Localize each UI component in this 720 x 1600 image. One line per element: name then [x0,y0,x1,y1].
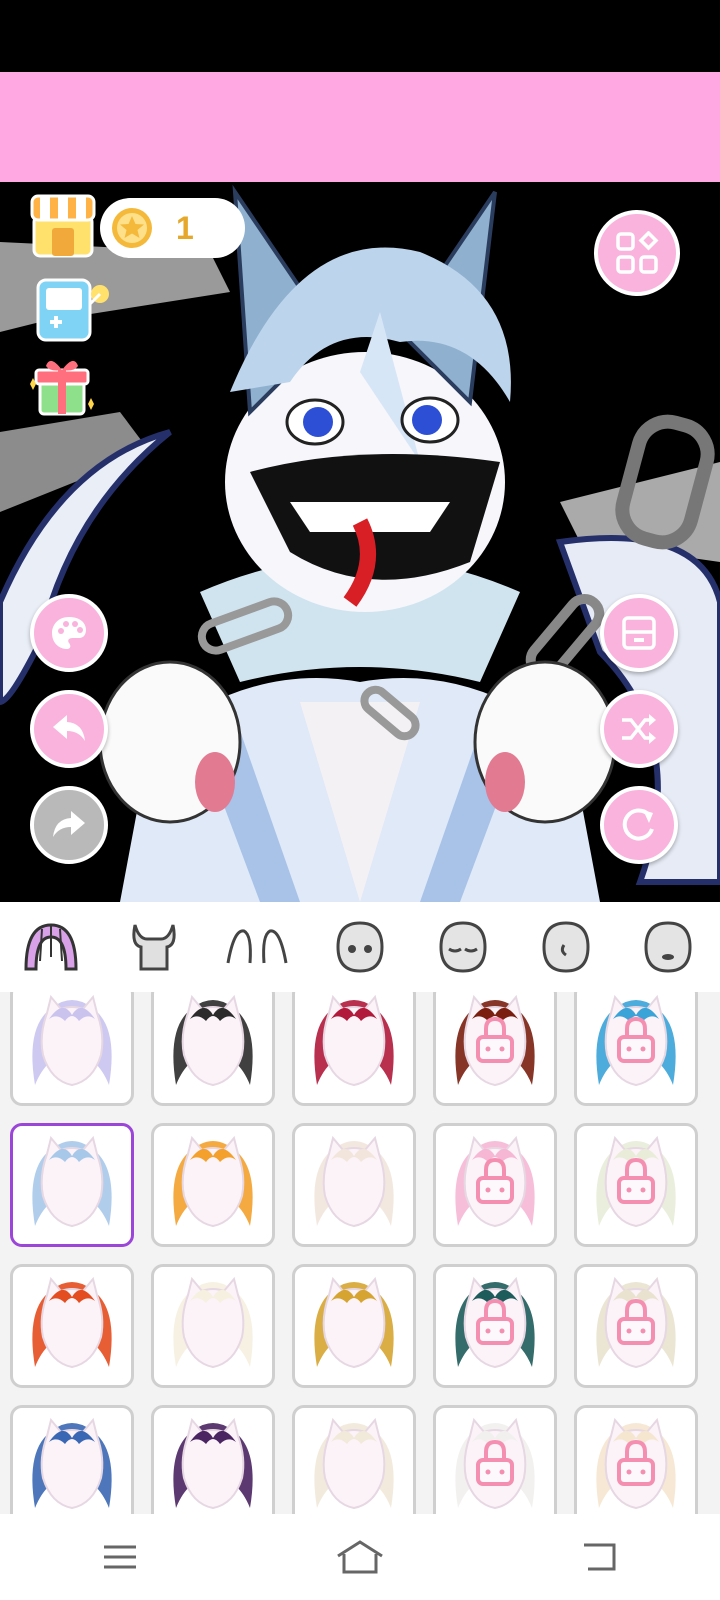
hair-item-tile[interactable] [151,1123,275,1247]
ears-icon [226,929,288,964]
hair-preview [32,1417,112,1510]
hair-preview [596,1135,676,1228]
shop-icon[interactable] [30,192,96,265]
coin-value: 1 [176,209,194,246]
hair-preview [32,994,112,1087]
game-icon[interactable] [36,278,114,347]
tab-horns[interactable] [121,914,187,980]
hair-preview [173,1417,253,1510]
horns-icon [132,924,176,971]
shuffle-icon [622,714,656,744]
undo-button[interactable] [30,690,108,768]
hair-item-tile[interactable] [151,1264,275,1388]
category-tabs [0,902,720,993]
hair-preview [596,994,676,1087]
hair-item-grid [0,992,720,1514]
hair-item-tile[interactable] [433,992,557,1106]
home-icon [337,1540,383,1574]
hair-item-tile[interactable] [10,1405,134,1514]
hair-icon [24,923,78,971]
hair-preview [455,1417,535,1510]
save-button[interactable] [600,594,678,672]
hair-item-tile[interactable] [433,1264,557,1388]
hair-preview [596,1276,676,1369]
redo-icon [53,811,85,837]
hair-preview [314,1276,394,1369]
hair-preview [32,1135,112,1228]
hair-preview [455,1135,535,1228]
hair-item-tile[interactable] [292,1123,416,1247]
character-canvas [0,182,720,902]
hair-preview [314,994,394,1087]
grid-menu-button[interactable] [594,210,680,296]
face-mouth-icon [644,921,692,973]
status-bar [0,0,720,72]
shuffle-button[interactable] [600,690,678,768]
hair-preview [314,1135,394,1228]
tab-ears[interactable] [224,914,290,980]
hair-item-tile[interactable] [433,1123,557,1247]
tab-face-closed[interactable] [430,914,496,980]
face-eyes-icon [336,921,384,973]
palette-button[interactable] [30,594,108,672]
navigation-bar [0,1514,720,1600]
reset-button[interactable] [600,786,678,864]
coin-counter: 1 [100,198,245,258]
hair-preview [173,1276,253,1369]
face-closed-icon [439,921,487,973]
hair-preview [455,1276,535,1369]
hair-item-tile[interactable] [10,992,134,1106]
hair-preview [596,1417,676,1510]
recent-apps-button[interactable] [90,1532,150,1582]
tab-hair[interactable] [18,914,84,980]
hair-item-tile[interactable] [574,992,698,1106]
redo-button[interactable] [30,786,108,864]
star-coin-icon [112,208,152,248]
hair-item-tile[interactable] [292,1264,416,1388]
hair-item-tile[interactable] [433,1405,557,1514]
hair-item-tile[interactable] [151,992,275,1106]
save-icon [622,616,656,650]
hair-preview [314,1417,394,1510]
ad-banner[interactable] [0,72,720,182]
hair-item-tile[interactable] [10,1123,134,1247]
palette-icon [52,617,86,649]
grid-menu-icon [616,231,659,274]
face-side-icon [542,921,590,973]
hair-item-tile[interactable] [10,1264,134,1388]
hair-preview [455,994,535,1087]
hair-item-tile[interactable] [151,1405,275,1514]
hair-item-tile[interactable] [574,1123,698,1247]
hair-preview [173,994,253,1087]
hair-preview [32,1276,112,1369]
hair-item-tile[interactable] [292,992,416,1106]
tab-face-mouth[interactable] [635,914,701,980]
undo-icon [53,715,85,741]
gift-icon[interactable] [26,354,98,423]
menu-icon [104,1545,136,1569]
hair-item-tile[interactable] [292,1405,416,1514]
hair-item-tile[interactable] [574,1405,698,1514]
reset-icon [622,808,654,841]
home-button[interactable] [330,1532,390,1582]
tab-face-side[interactable] [533,914,599,980]
hair-preview [173,1135,253,1228]
back-button[interactable] [570,1532,630,1582]
back-icon [584,1543,616,1571]
hair-item-tile[interactable] [574,1264,698,1388]
tab-face-eyes[interactable] [327,914,393,980]
